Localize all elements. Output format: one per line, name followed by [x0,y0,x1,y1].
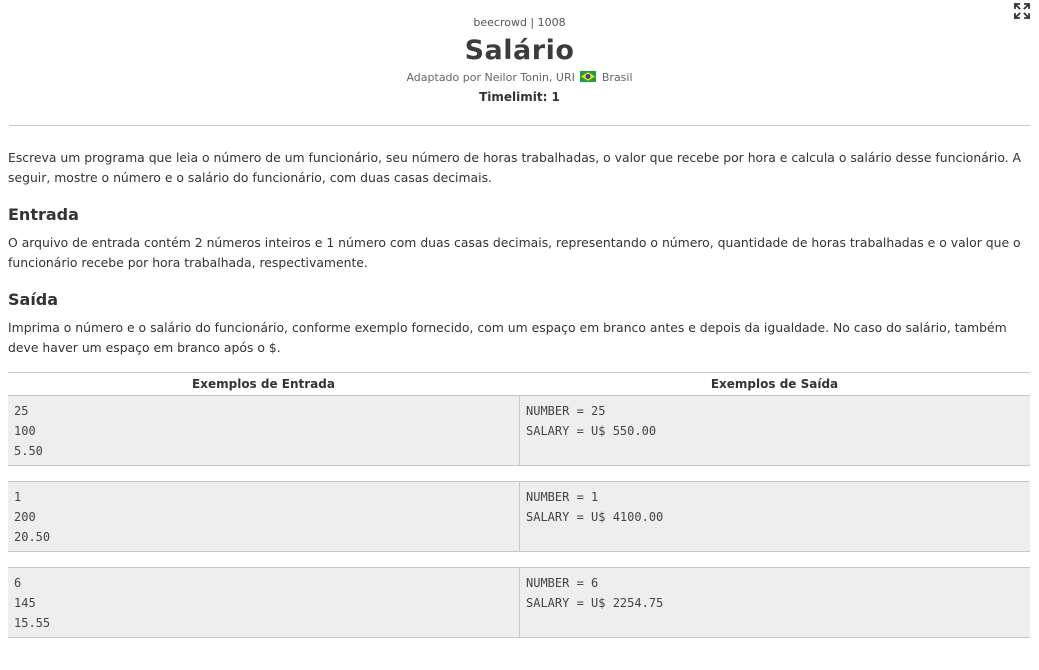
problem-header: beecrowd | 1008 Salário Adaptado por Nei… [0,0,1039,105]
fullscreen-button[interactable] [1013,2,1031,20]
input-description: O arquivo de entrada contém 2 números in… [8,235,1021,270]
example-separator [8,466,1030,482]
timelimit: Timelimit: 1 [479,90,560,104]
author-text: Adaptado por Neilor Tonin, URI [406,71,575,84]
example-row: 1 200 20.50 NUMBER = 1 SALARY = U$ 4100.… [8,482,1030,552]
example-row: 25 100 5.50 NUMBER = 25 SALARY = U$ 550.… [8,396,1030,466]
example-output[interactable]: NUMBER = 25 SALARY = U$ 550.00 [519,396,1030,465]
example-input[interactable]: 6 145 15.55 [8,568,519,637]
examples-header-row: Exemplos de Entrada Exemplos de Saída [8,373,1030,396]
country-text: Brasil [601,71,633,84]
output-heading: Saída [8,290,59,309]
page-title: Salário [464,35,575,66]
example-row: 6 145 15.55 NUMBER = 6 SALARY = U$ 2254.… [8,568,1030,638]
problem-description: Escreva um programa que leia o número de… [8,150,1022,185]
output-description: Imprima o número e o salário do funcioná… [8,320,1007,355]
problem-source: beecrowd | 1008 [473,16,566,29]
example-output[interactable]: NUMBER = 1 SALARY = U$ 4100.00 [519,482,1030,551]
problem-author: Adaptado por Neilor Tonin, URI Brasil [0,71,1039,85]
examples-input-header: Exemplos de Entrada [192,377,335,391]
example-separator [8,552,1030,568]
example-output[interactable]: NUMBER = 6 SALARY = U$ 2254.75 [519,568,1030,637]
examples-output-header: Exemplos de Saída [710,377,839,391]
expand-icon [1013,2,1031,20]
example-input[interactable]: 1 200 20.50 [8,482,519,551]
input-heading: Entrada [8,205,79,224]
examples-table: Exemplos de Entrada Exemplos de Saída 25… [8,372,1030,638]
problem-content: Escreva um programa que leia o número de… [0,148,1039,638]
example-input[interactable]: 25 100 5.50 [8,396,519,465]
brazil-flag-icon [580,71,597,82]
header-divider [9,125,1030,126]
